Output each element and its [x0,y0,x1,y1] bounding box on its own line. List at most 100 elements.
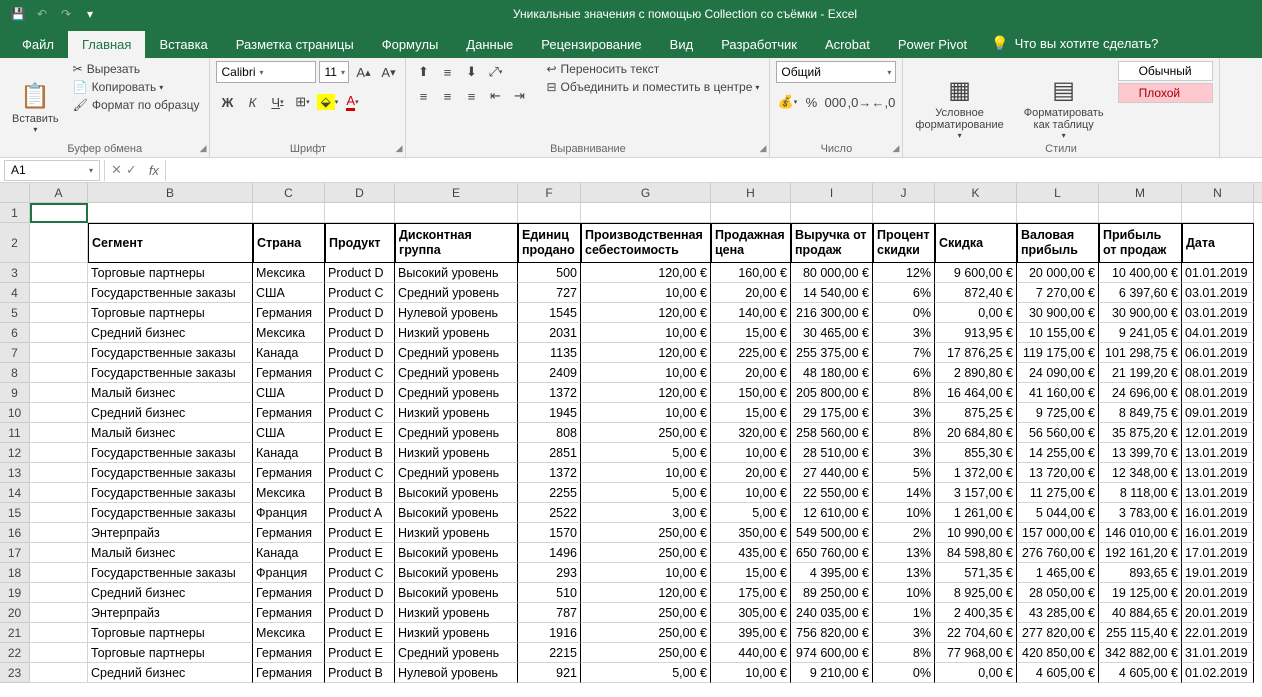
cell[interactable] [711,203,791,223]
table-cell[interactable]: 15,00 € [711,323,791,343]
font-size-combo[interactable]: 11▾ [319,61,349,83]
table-cell[interactable]: 192 161,20 € [1099,543,1182,563]
table-cell[interactable]: Государственные заказы [88,563,253,583]
table-cell[interactable]: Германия [253,403,325,423]
table-cell[interactable]: 5,00 € [581,443,711,463]
table-cell[interactable]: 1545 [518,303,581,323]
table-cell[interactable]: Государственные заказы [88,343,253,363]
table-cell[interactable]: 77 968,00 € [935,643,1017,663]
font-name-combo[interactable]: Calibri▾ [216,61,316,83]
table-cell[interactable]: 31.01.2019 [1182,643,1254,663]
align-left-button[interactable]: ≡ [412,85,434,107]
row-header-6[interactable]: 6 [0,323,30,343]
table-cell[interactable]: 14 540,00 € [791,283,873,303]
table-cell[interactable]: 29 175,00 € [791,403,873,423]
copy-button[interactable]: 📄Копировать▾ [69,79,204,95]
table-cell[interactable]: 500 [518,263,581,283]
italic-button[interactable]: К [241,91,263,113]
cell[interactable] [30,323,88,343]
col-header-J[interactable]: J [873,183,935,202]
table-cell[interactable]: 258 560,00 € [791,423,873,443]
table-cell[interactable]: 20,00 € [711,463,791,483]
row-header-5[interactable]: 5 [0,303,30,323]
format-as-table-button[interactable]: ▤ Форматировать как таблицу▾ [1018,61,1110,154]
table-header[interactable]: Прибыль от продаж [1099,223,1182,263]
cell-style-normal[interactable]: Обычный [1118,61,1213,81]
cell[interactable] [30,483,88,503]
table-cell[interactable]: 571,35 € [935,563,1017,583]
col-header-B[interactable]: B [88,183,253,202]
cell[interactable] [30,623,88,643]
redo-button[interactable]: ↷ [56,4,76,24]
table-cell[interactable]: 4 605,00 € [1099,663,1182,683]
cell[interactable] [30,563,88,583]
merge-center-button[interactable]: ⊟Объединить и поместить в центре▾ [542,79,763,95]
undo-button[interactable]: ↶ [32,4,52,24]
table-cell[interactable]: 14% [873,483,935,503]
table-cell[interactable]: 48 180,00 € [791,363,873,383]
table-cell[interactable]: Средний бизнес [88,403,253,423]
table-cell[interactable]: 27 440,00 € [791,463,873,483]
table-cell[interactable]: 3% [873,403,935,423]
table-cell[interactable]: 9 241,05 € [1099,323,1182,343]
table-cell[interactable]: 320,00 € [711,423,791,443]
table-cell[interactable]: 15,00 € [711,563,791,583]
table-cell[interactable]: Торговые партнеры [88,643,253,663]
col-header-G[interactable]: G [581,183,711,202]
name-box[interactable]: A1▾ [4,160,100,181]
table-cell[interactable]: 10% [873,503,935,523]
table-cell[interactable]: Средний уровень [395,383,518,403]
table-cell[interactable]: 2 400,35 € [935,603,1017,623]
table-cell[interactable]: Низкий уровень [395,443,518,463]
table-cell[interactable]: Высокий уровень [395,563,518,583]
table-cell[interactable]: Государственные заказы [88,443,253,463]
table-cell[interactable]: Product C [325,563,395,583]
table-cell[interactable]: 17.01.2019 [1182,543,1254,563]
table-cell[interactable]: Низкий уровень [395,523,518,543]
table-cell[interactable]: Product D [325,383,395,403]
table-cell[interactable]: 1 261,00 € [935,503,1017,523]
align-right-button[interactable]: ≡ [460,85,482,107]
select-all-corner[interactable] [0,183,30,202]
table-cell[interactable]: 10,00 € [581,283,711,303]
tab-review[interactable]: Рецензирование [527,31,655,58]
number-launcher[interactable]: ◢ [892,143,899,154]
table-cell[interactable]: Государственные заказы [88,283,253,303]
row-header-16[interactable]: 16 [0,523,30,543]
table-cell[interactable]: 40 884,65 € [1099,603,1182,623]
cell[interactable] [518,203,581,223]
table-cell[interactable]: Средний бизнес [88,663,253,683]
accounting-format-button[interactable]: 💰▾ [776,91,798,113]
table-cell[interactable]: Германия [253,663,325,683]
cell[interactable] [791,203,873,223]
table-cell[interactable]: Product B [325,483,395,503]
table-cell[interactable]: 24 090,00 € [1017,363,1099,383]
table-header[interactable]: Дата [1182,223,1254,263]
decrease-font-button[interactable]: A▾ [377,61,399,83]
table-cell[interactable]: 1% [873,603,935,623]
table-cell[interactable]: 510 [518,583,581,603]
table-cell[interactable]: 13 720,00 € [1017,463,1099,483]
cell[interactable] [30,443,88,463]
row-header-15[interactable]: 15 [0,503,30,523]
table-cell[interactable]: 119 175,00 € [1017,343,1099,363]
table-cell[interactable]: 420 850,00 € [1017,643,1099,663]
table-cell[interactable]: Низкий уровень [395,623,518,643]
tab-data[interactable]: Данные [452,31,527,58]
table-cell[interactable]: 0% [873,663,935,683]
table-cell[interactable]: 2409 [518,363,581,383]
table-header[interactable]: Процент скидки [873,223,935,263]
table-cell[interactable]: 913,95 € [935,323,1017,343]
percent-format-button[interactable]: % [800,91,822,113]
table-cell[interactable]: 08.01.2019 [1182,363,1254,383]
table-cell[interactable]: 3% [873,623,935,643]
table-cell[interactable]: США [253,283,325,303]
table-cell[interactable]: 250,00 € [581,423,711,443]
table-cell[interactable]: 1496 [518,543,581,563]
table-cell[interactable]: Государственные заказы [88,463,253,483]
table-cell[interactable]: Франция [253,503,325,523]
align-top-button[interactable]: ⬆ [412,61,434,83]
table-cell[interactable]: Государственные заказы [88,363,253,383]
table-cell[interactable]: 350,00 € [711,523,791,543]
table-cell[interactable]: 10,00 € [711,483,791,503]
